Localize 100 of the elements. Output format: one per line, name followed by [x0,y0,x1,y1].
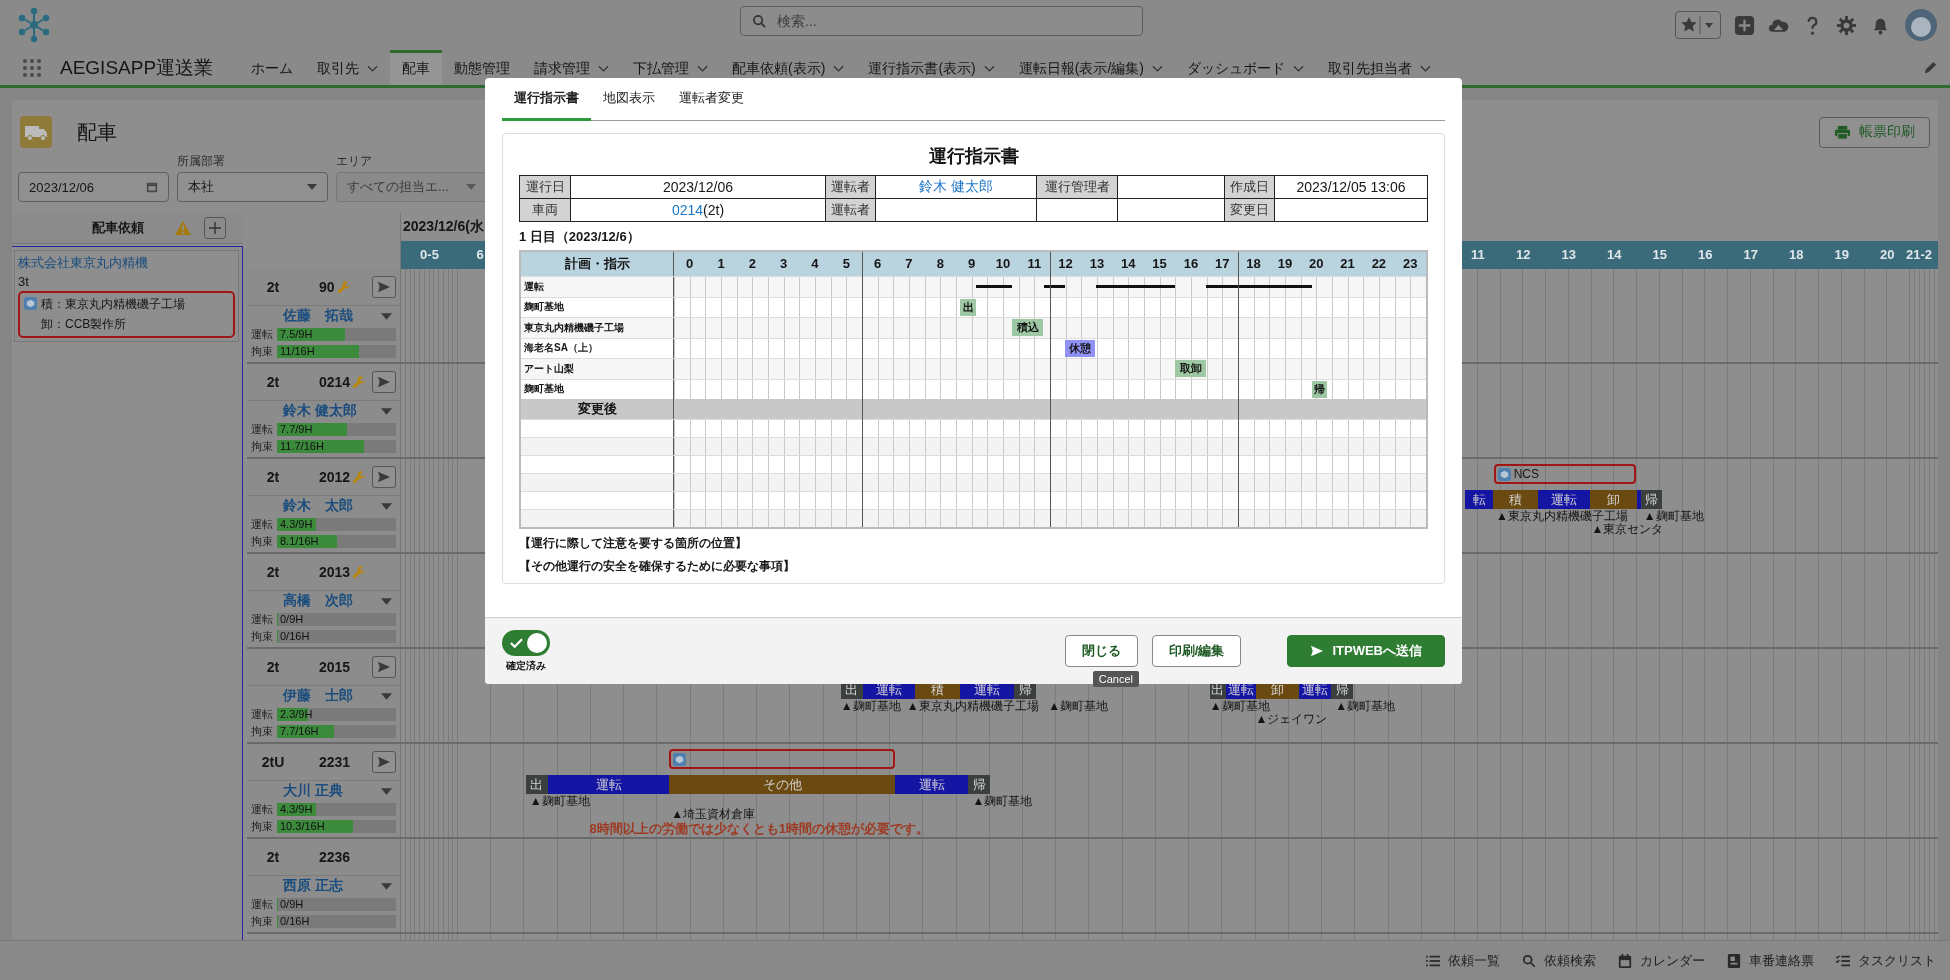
meter-label: 運転 [251,897,274,912]
utility-bar-item[interactable]: 車番連絡票 [1727,951,1814,970]
send-button[interactable] [372,276,396,298]
date-field[interactable]: 2023/12/06 [18,172,169,202]
add-button[interactable] [204,217,226,239]
hour-label: 14 [1607,246,1622,264]
plus-icon[interactable] [1734,14,1755,36]
chevron-down-icon[interactable] [983,65,995,73]
schedule-segment[interactable]: 卸 [1590,490,1637,509]
utility-bar-item[interactable]: 依頼検索 [1522,951,1596,970]
meter-label: 拘束 [251,534,274,549]
hour-label: 13 [1561,246,1576,264]
app-name: AEGISAPP運送業 [60,55,214,80]
meter-reading: 7.7/9H [280,423,313,436]
nav-tab[interactable]: 取引先 [305,50,391,85]
app-launcher-icon[interactable] [22,57,42,78]
meter-reading: 4.3/9H [280,803,313,816]
dialog-button[interactable]: 印刷/編集 [1151,635,1242,667]
hour-label: 6 [476,246,484,264]
schedule-segment[interactable]: 転 [1465,490,1494,509]
favorites-button[interactable] [1675,11,1721,39]
caret-icon[interactable] [381,692,392,700]
schedule-segment[interactable]: 出 [525,775,548,794]
record-link[interactable]: 0214 [671,202,704,218]
plus-icon [208,221,222,235]
calendar-icon [146,181,158,193]
meter-reading: 7.5/9H [280,328,313,341]
area-select[interactable]: すべての担当エ... [336,172,487,202]
note-heading: 【運行に際して注意を要する箇所の位置】 [519,535,748,552]
schedule-segment[interactable]: 帰 [1641,490,1662,509]
hour-header: 2 [747,255,757,273]
hour-label: 20 [1880,246,1895,264]
nav-tab[interactable]: 運行指示書(表示) [856,50,1007,85]
edit-icon[interactable] [1923,60,1938,75]
meter-reading: 11/16H [280,345,315,358]
request-slot[interactable]: NCS [1493,464,1637,484]
nav-tab[interactable]: 取引先担当者 [1316,50,1443,85]
chevron-down-icon[interactable] [367,65,379,73]
avatar[interactable] [1904,8,1938,42]
send-button[interactable]: ITPWEBへ送信 [1287,635,1445,667]
search-field[interactable]: 検索... [740,6,1143,36]
caret-icon[interactable] [381,407,392,415]
meter-label: 運転 [251,517,274,532]
calendar-icon [1618,953,1632,968]
plan-row-label: 運転 [521,277,674,297]
utility-bar-item[interactable]: タスクリスト [1836,951,1936,970]
chevron-down-icon[interactable] [1420,65,1431,73]
toggle-switch[interactable] [502,629,550,656]
schedule-segment[interactable]: その他 [669,775,895,794]
chevron-down-icon[interactable] [697,65,709,73]
chevron-down-icon[interactable] [833,65,845,73]
record-link[interactable]: 鈴木 健太郎 [919,178,993,194]
day-heading: 1 日目（2023/12/6） [519,228,641,246]
package-icon [1497,468,1511,481]
hour-header: 5 [841,255,851,273]
dialog-tab[interactable]: 運行指示書 [502,78,591,121]
caret-icon[interactable] [381,502,392,510]
hour-header: 18 [1245,255,1262,273]
caret-icon[interactable] [381,597,392,605]
hour-label: 12 [1516,246,1531,264]
area-label: エリア [336,153,373,170]
place-label: ▲東京丸内精機磯子工場 [1495,510,1628,523]
request-size: 3t [18,274,30,289]
hour-label: 0-5 [420,246,439,264]
send-icon [377,376,391,388]
send-button[interactable] [372,371,396,393]
caret-icon[interactable] [381,787,392,795]
nav-tab[interactable]: 運転日報(表示/編集) [1006,50,1175,85]
department-label: 所属部署 [177,153,226,170]
chevron-down-icon[interactable] [1152,65,1163,73]
send-button[interactable] [372,656,396,678]
send-button[interactable] [372,466,396,488]
place-label: ▲麹町基地 [1643,510,1704,523]
unload-place: 卸：CCB製作所 [41,316,128,333]
nav-tab[interactable]: ダッシュボード [1175,50,1316,85]
caret-icon[interactable] [381,882,392,890]
sheet-title: 運行指示書 [927,145,1020,168]
send-button[interactable] [372,751,396,773]
schedule-segment[interactable]: 帰 [968,775,991,794]
utility-bar-item[interactable]: カレンダー [1618,951,1705,970]
schedule-segment[interactable]: 積 [1493,490,1538,509]
request-slot[interactable] [669,749,895,769]
hour-label: 11 [1470,246,1485,264]
caret-icon[interactable] [381,312,392,320]
nav-tab[interactable]: 配車 [390,50,443,85]
settings-icon[interactable] [1836,14,1857,36]
request-card[interactable]: 株式会社東京丸内精機 3t 積：東京丸内精機磯子工場 卸：CCB製作所 [14,250,239,342]
check-icon [510,636,523,649]
field-label: 運行日 [519,175,571,199]
chevron-down-icon[interactable] [1293,65,1304,73]
vehicle-size: 2t [265,564,281,580]
hour-header: 23 [1401,255,1419,273]
hour-label: 16 [1698,246,1713,264]
schedule-segment[interactable]: 運転 [894,775,969,794]
schedule-segment[interactable]: 運転 [1537,490,1591,509]
dialog-button[interactable]: 閉じる [1064,635,1138,667]
chevron-down-icon[interactable] [598,65,610,73]
department-select[interactable]: 本社 [177,172,328,202]
nav-tab[interactable]: ホーム [239,50,306,85]
schedule-segment[interactable]: 運転 [547,775,670,794]
